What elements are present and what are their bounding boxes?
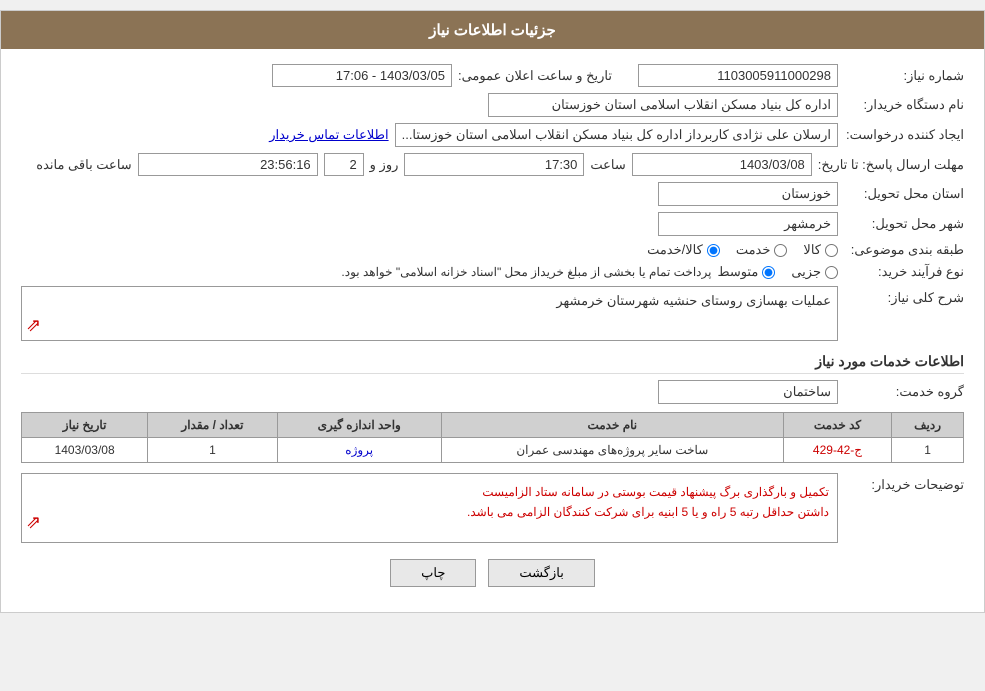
purchase-jozi-radio[interactable]	[825, 266, 838, 279]
created-by-value: ارسلان علی نژادی کاربرداز اداره کل بنیاد…	[395, 123, 838, 147]
created-by-row: ایجاد کننده درخواست: ارسلان علی نژادی کا…	[21, 123, 964, 147]
reply-deadline-row: مهلت ارسال پاسخ: تا تاریخ: 1403/03/08 سا…	[21, 153, 964, 176]
buyer-notes-label: توضیحات خریدار:	[844, 473, 964, 493]
category-radio-group: کالا خدمت کالا/خدمت	[647, 242, 838, 258]
table-row: 1 ج-42-429 ساخت سایر پروژه‌های مهندسی عم…	[22, 438, 964, 463]
col-need-date: تاریخ نیاز	[22, 413, 148, 438]
purchase-motovaset-label: متوسط	[717, 264, 758, 280]
cell-quantity: 1	[148, 438, 277, 463]
days-label: روز و	[370, 157, 399, 173]
contact-info-link[interactable]: اطلاعات تماس خریدار	[269, 127, 388, 143]
services-section-title: اطلاعات خدمات مورد نیاز	[21, 353, 964, 374]
reply-time-value: 17:30	[404, 153, 584, 176]
announce-date-value: 1403/03/05 - 17:06	[272, 64, 452, 87]
notes-arrow-icon: ⇗	[26, 507, 41, 538]
col-service-name: نام خدمت	[441, 413, 783, 438]
service-group-value: ساختمان	[658, 380, 838, 404]
purchase-motovaset-radio[interactable]	[762, 266, 775, 279]
need-number-value: 1103005911000298	[638, 64, 838, 87]
reply-date-value: 1403/03/08	[632, 153, 812, 176]
purchase-jozi-label: جزیی	[791, 264, 821, 280]
reply-deadline-label: مهلت ارسال پاسخ: تا تاریخ:	[818, 157, 964, 173]
need-desc-text: عملیات بهسازی روستای حنشیه شهرستان خرمشه…	[556, 293, 831, 308]
col-quantity: تعداد / مقدار	[148, 413, 277, 438]
delivery-city-row: شهر محل تحویل: خرمشهر	[21, 212, 964, 236]
back-button[interactable]: بازگشت	[488, 559, 594, 587]
buyer-notes-line1: تکمیل و بارگذاری برگ پیشنهاد قیمت بوستی …	[482, 485, 829, 499]
table-header-row: ردیف کد خدمت نام خدمت واحد اندازه گیری ت…	[22, 413, 964, 438]
buyer-org-value: اداره کل بنیاد مسکن انقلاب اسلامی استان …	[488, 93, 838, 117]
reply-days-value: 2	[324, 153, 364, 176]
col-service-code: کد خدمت	[783, 413, 891, 438]
page-title: جزئیات اطلاعات نیاز	[429, 22, 556, 39]
purchase-jozi-item: جزیی	[791, 264, 838, 280]
buyer-org-row: نام دستگاه خریدار: اداره کل بنیاد مسکن ا…	[21, 93, 964, 117]
page-header: جزئیات اطلاعات نیاز	[1, 11, 984, 49]
service-group-row: گروه خدمت: ساختمان	[21, 380, 964, 404]
category-kala-radio[interactable]	[825, 244, 838, 257]
buyer-org-label: نام دستگاه خریدار:	[844, 97, 964, 113]
cell-service-name: ساخت سایر پروژه‌های مهندسی عمران	[441, 438, 783, 463]
cell-unit: پروژه	[277, 438, 441, 463]
cell-need-date: 1403/03/08	[22, 438, 148, 463]
purchase-note-text: پرداخت تمام یا بخشی از مبلغ خریداز محل "…	[341, 265, 711, 279]
action-buttons: بازگشت چاپ	[21, 559, 964, 587]
buyer-notes-section: توضیحات خریدار: تکمیل و بارگذاری برگ پیش…	[21, 473, 964, 543]
category-kala-label: کالا	[803, 242, 821, 258]
hours-remaining-label: ساعت باقی مانده	[36, 157, 131, 173]
purchase-type-row: نوع فرآیند خرید: جزیی متوسط پرداخت تمام …	[21, 264, 964, 280]
delivery-city-label: شهر محل تحویل:	[844, 216, 964, 232]
category-row: طبقه بندی موضوعی: کالا خدمت کالا/خدمت	[21, 242, 964, 258]
desc-arrow-icon: ⇗	[26, 315, 41, 336]
cell-row-num: 1	[892, 438, 964, 463]
buyer-notes-box: تکمیل و بارگذاری برگ پیشنهاد قیمت بوستی …	[21, 473, 838, 543]
service-group-label: گروه خدمت:	[844, 384, 964, 400]
need-description-section: شرح کلی نیاز: عملیات بهسازی روستای حنشیه…	[21, 286, 964, 341]
category-kala-item: کالا	[803, 242, 838, 258]
buyer-notes-line2: داشتن حداقل رتبه 5 راه و یا 5 ابنیه برای…	[467, 505, 829, 519]
delivery-province-value: خوزستان	[658, 182, 838, 206]
category-kala-khedmat-radio[interactable]	[707, 244, 720, 257]
items-table: ردیف کد خدمت نام خدمت واحد اندازه گیری ت…	[21, 412, 964, 463]
announce-label: تاریخ و ساعت اعلان عمومی:	[458, 68, 612, 84]
need-description-box: عملیات بهسازی روستای حنشیه شهرستان خرمشه…	[21, 286, 838, 341]
created-by-label: ایجاد کننده درخواست:	[844, 127, 964, 143]
category-khedmat-label: خدمت	[736, 242, 771, 258]
category-kala-khedmat-item: کالا/خدمت	[647, 242, 720, 258]
category-kala-khedmat-label: کالا/خدمت	[647, 242, 703, 258]
time-label: ساعت	[590, 157, 625, 173]
cell-service-code: ج-42-429	[783, 438, 891, 463]
delivery-city-value: خرمشهر	[658, 212, 838, 236]
purchase-type-radio-group: جزیی متوسط	[717, 264, 838, 280]
category-khedmat-item: خدمت	[736, 242, 788, 258]
reply-remaining-value: 23:56:16	[138, 153, 318, 176]
delivery-province-row: استان محل تحویل: خوزستان	[21, 182, 964, 206]
col-unit: واحد اندازه گیری	[277, 413, 441, 438]
need-number-row: شماره نیاز: 1103005911000298 تاریخ و ساع…	[21, 64, 964, 87]
purchase-motovaset-item: متوسط	[717, 264, 775, 280]
col-row-num: ردیف	[892, 413, 964, 438]
category-khedmat-radio[interactable]	[774, 244, 787, 257]
need-number-label: شماره نیاز:	[844, 68, 964, 84]
purchase-type-label: نوع فرآیند خرید:	[844, 264, 964, 280]
need-desc-label: شرح کلی نیاز:	[844, 286, 964, 306]
print-button[interactable]: چاپ	[390, 559, 476, 587]
category-label: طبقه بندی موضوعی:	[844, 242, 964, 258]
delivery-province-label: استان محل تحویل:	[844, 186, 964, 202]
